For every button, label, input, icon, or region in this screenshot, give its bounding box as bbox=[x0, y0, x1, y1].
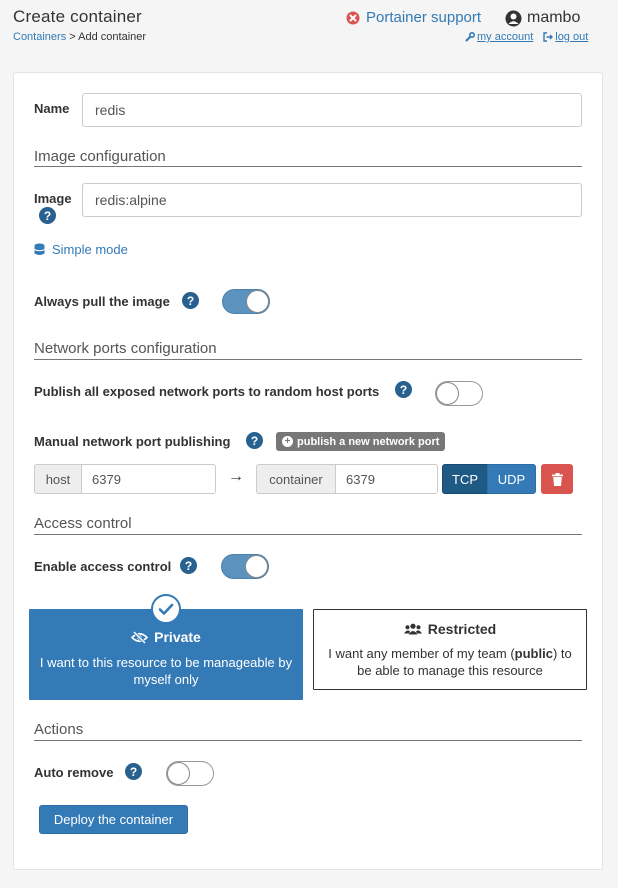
my-account-link[interactable]: my account bbox=[465, 31, 533, 43]
breadcrumb: Containers > Add container bbox=[13, 31, 146, 43]
container-addon: container bbox=[256, 464, 336, 494]
manual-port-label: Manual network port publishing bbox=[34, 434, 231, 449]
arrow-right-icon: → bbox=[228, 468, 244, 485]
access-control-heading: Access control bbox=[34, 515, 132, 532]
publish-all-toggle[interactable] bbox=[435, 381, 483, 406]
image-input[interactable]: redis:alpine bbox=[82, 183, 582, 217]
restricted-option[interactable]: Restricted I want any member of my team … bbox=[313, 609, 587, 690]
tcp-button[interactable]: TCP bbox=[442, 464, 488, 494]
auto-remove-label: Auto remove bbox=[34, 765, 114, 780]
breadcrumb-current: Add container bbox=[78, 31, 147, 43]
auto-remove-toggle[interactable] bbox=[166, 761, 214, 786]
toggle-knob bbox=[245, 555, 268, 578]
private-title: Private bbox=[154, 629, 201, 645]
name-input[interactable]: redis bbox=[82, 93, 582, 127]
remove-port-button[interactable] bbox=[541, 464, 573, 494]
question-circle-icon[interactable]: ? bbox=[395, 381, 412, 398]
users-icon bbox=[403, 623, 422, 635]
restricted-desc-public: public bbox=[514, 646, 553, 661]
divider bbox=[34, 166, 582, 167]
simple-mode-link[interactable]: Simple mode bbox=[34, 242, 128, 257]
container-port-input[interactable]: 6379 bbox=[335, 464, 438, 494]
eye-slash-icon bbox=[131, 630, 149, 644]
wrench-icon bbox=[465, 32, 475, 42]
breadcrumb-containers-link[interactable]: Containers bbox=[13, 31, 66, 43]
divider bbox=[34, 534, 582, 535]
question-circle-icon[interactable]: ? bbox=[39, 207, 56, 224]
image-label: Image bbox=[34, 191, 72, 206]
toggle-knob bbox=[167, 762, 190, 785]
selected-check bbox=[151, 594, 181, 624]
restricted-title: Restricted bbox=[427, 621, 497, 637]
account-links: my account log out bbox=[465, 31, 588, 43]
log-out-label: log out bbox=[555, 31, 589, 43]
publish-new-port-button[interactable]: + publish a new network port bbox=[276, 432, 446, 451]
times-circle-icon bbox=[346, 11, 360, 24]
toggle-knob bbox=[246, 290, 269, 313]
access-control-toggle[interactable] bbox=[221, 554, 269, 579]
always-pull-label: Always pull the image bbox=[34, 294, 170, 309]
divider bbox=[34, 359, 582, 360]
enable-access-label: Enable access control bbox=[34, 559, 172, 574]
question-circle-icon[interactable]: ? bbox=[246, 432, 263, 449]
username: mambo bbox=[527, 9, 581, 26]
host-addon: host bbox=[34, 464, 82, 494]
my-account-label: my account bbox=[477, 31, 534, 43]
divider bbox=[34, 740, 582, 741]
always-pull-toggle[interactable] bbox=[222, 289, 270, 314]
sign-out-icon bbox=[543, 32, 554, 42]
restricted-desc-part1: I want any member of my team ( bbox=[328, 646, 515, 661]
user-circle-icon bbox=[505, 10, 522, 26]
trash-icon bbox=[551, 472, 563, 486]
breadcrumb-separator: > bbox=[69, 31, 76, 43]
log-out-link[interactable]: log out bbox=[543, 31, 588, 43]
database-icon bbox=[34, 243, 45, 255]
udp-button[interactable]: UDP bbox=[487, 464, 536, 494]
publish-all-label: Publish all exposed network ports to ran… bbox=[34, 384, 380, 399]
host-port-input[interactable]: 6379 bbox=[81, 464, 216, 494]
check-icon bbox=[158, 603, 174, 615]
restricted-description: I want any member of my team (public) to… bbox=[322, 645, 578, 679]
image-config-heading: Image configuration bbox=[34, 148, 166, 165]
portainer-support-link[interactable]: Portainer support bbox=[346, 9, 481, 26]
actions-heading: Actions bbox=[34, 721, 84, 738]
toggle-knob bbox=[436, 382, 459, 405]
question-circle-icon[interactable]: ? bbox=[180, 557, 197, 574]
page-title: Create container bbox=[13, 7, 142, 26]
simple-mode-label: Simple mode bbox=[52, 242, 128, 257]
deploy-button[interactable]: Deploy the container bbox=[39, 805, 188, 834]
publish-new-port-label: publish a new network port bbox=[297, 435, 440, 448]
private-description: I want to this resource to be manageable… bbox=[39, 655, 293, 687]
name-label: Name bbox=[34, 101, 70, 116]
user-menu: mambo bbox=[505, 9, 580, 27]
plus-circle-icon: + bbox=[282, 436, 293, 447]
question-circle-icon[interactable]: ? bbox=[182, 292, 199, 309]
network-ports-heading: Network ports configuration bbox=[34, 340, 217, 357]
question-circle-icon[interactable]: ? bbox=[125, 763, 142, 780]
support-label: Portainer support bbox=[366, 9, 482, 26]
